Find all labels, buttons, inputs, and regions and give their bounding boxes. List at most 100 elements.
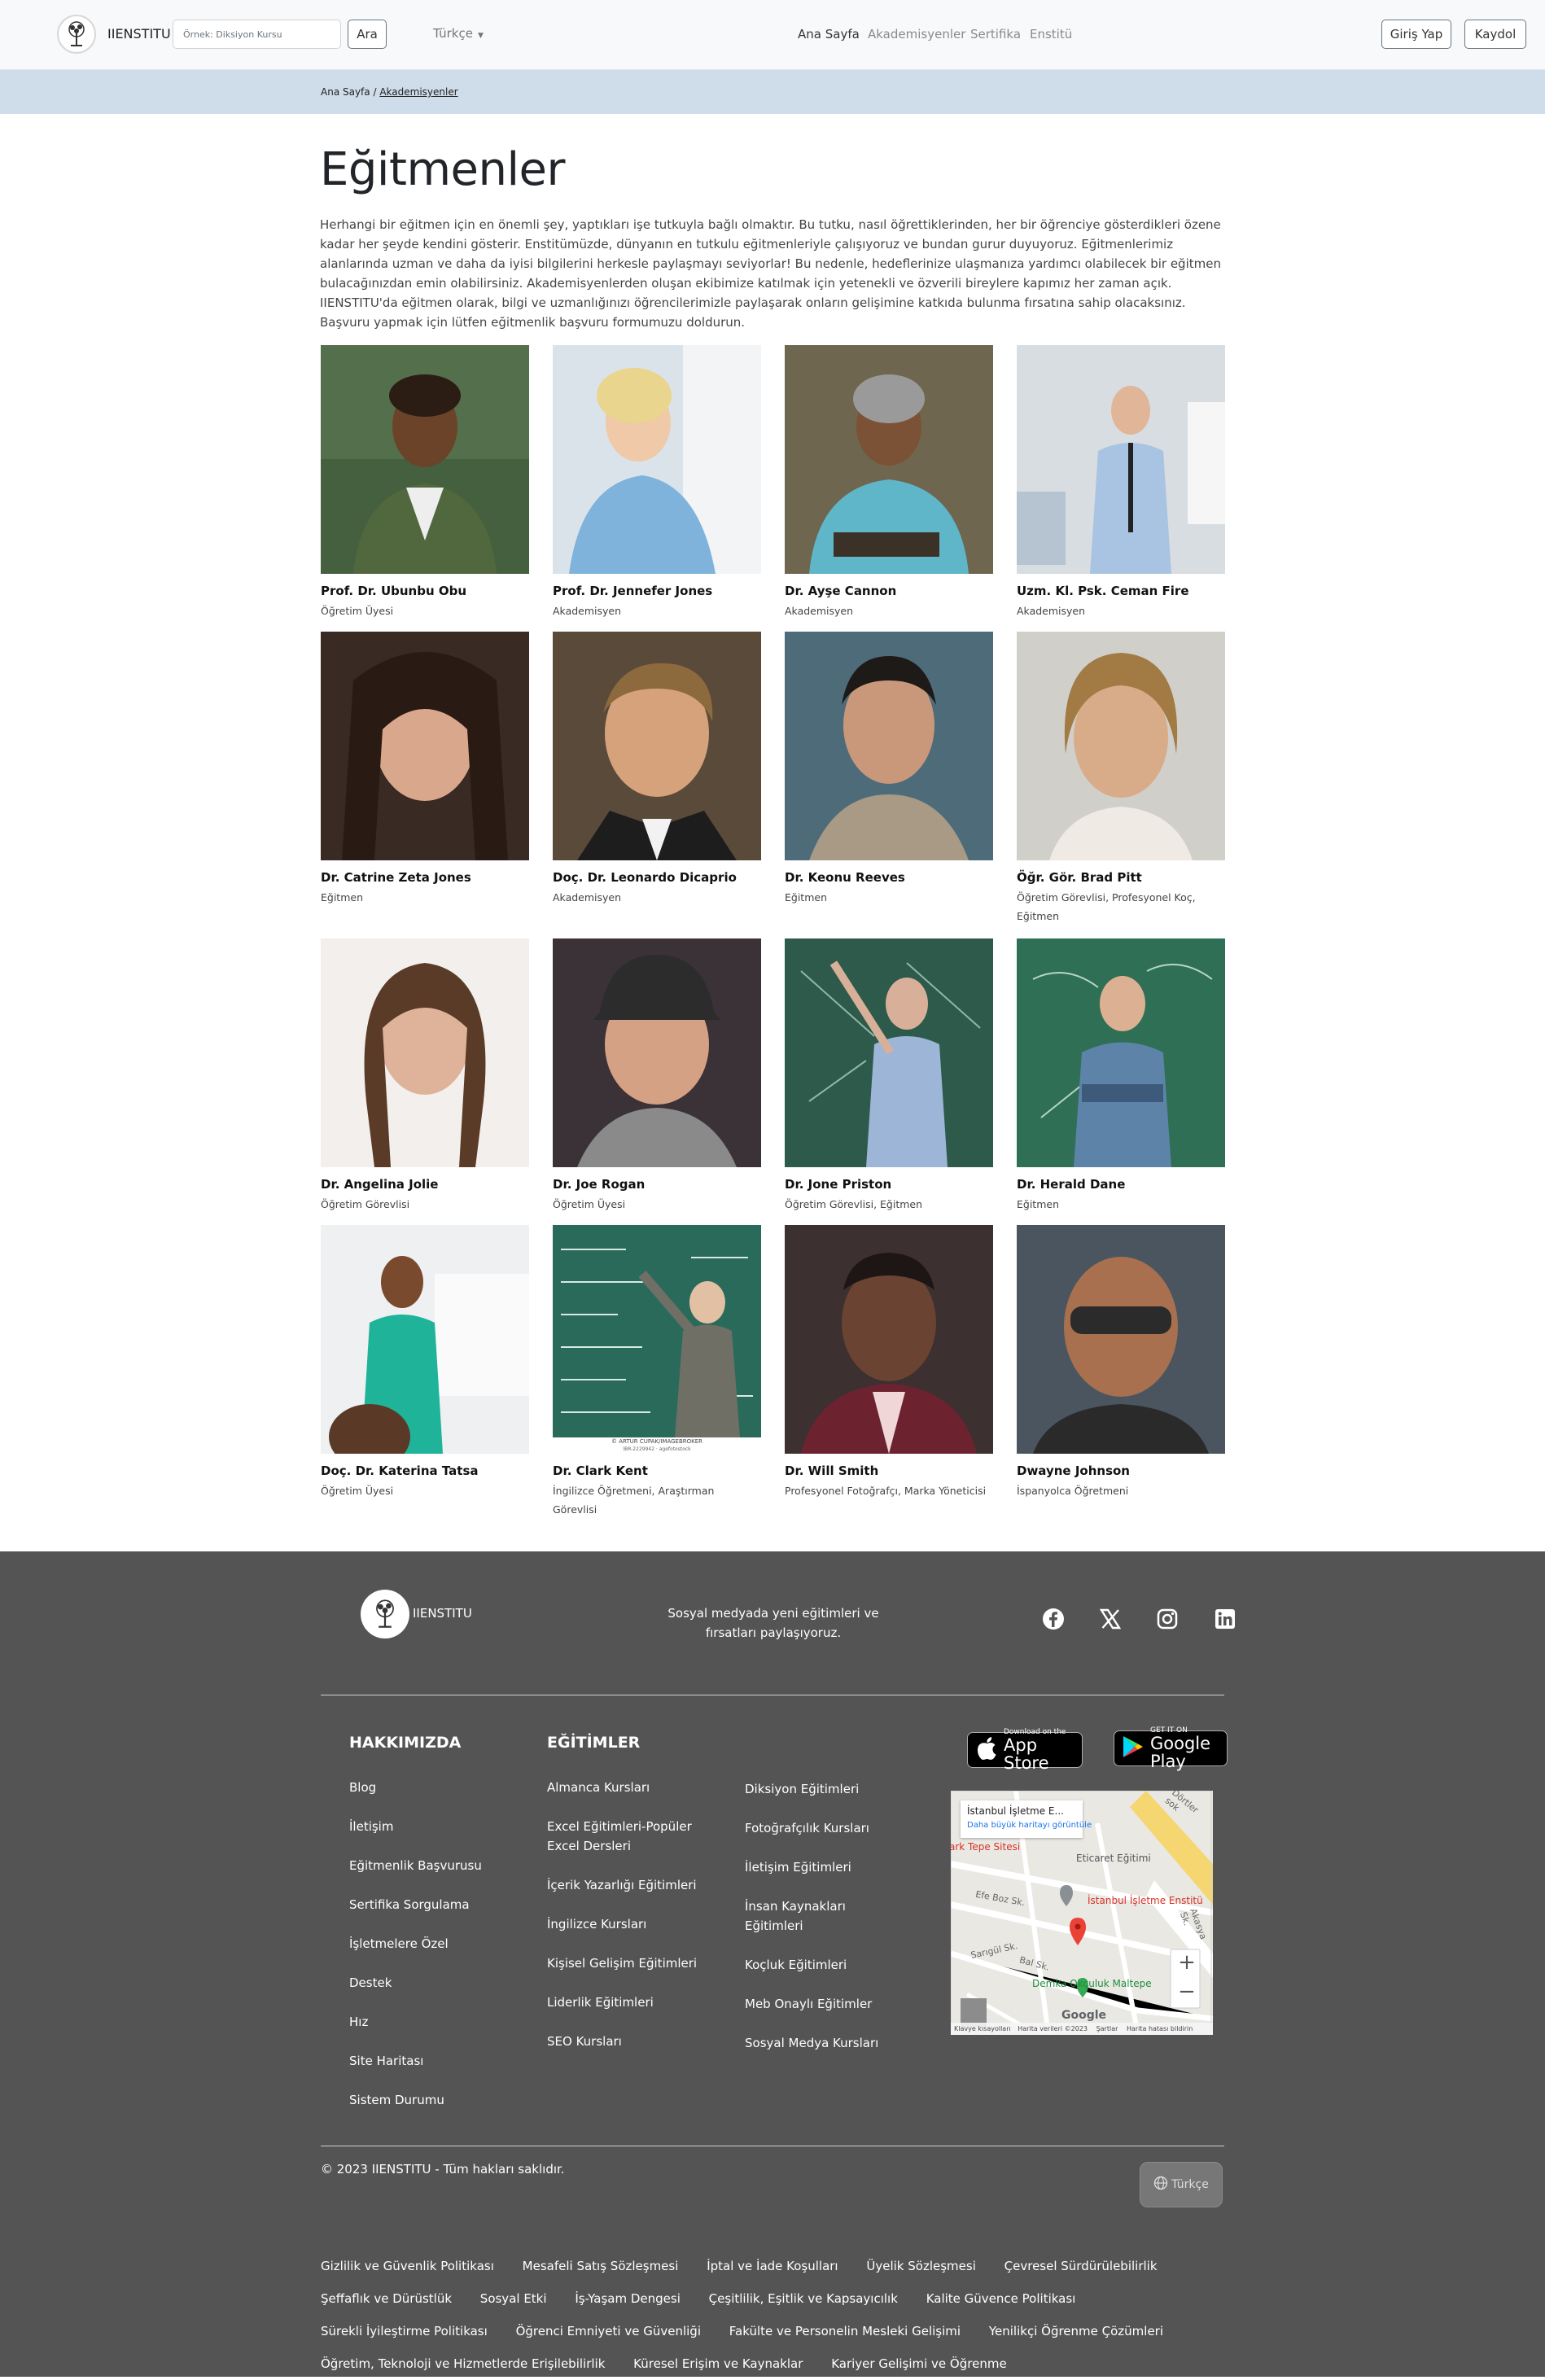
- instructor-name[interactable]: Dr. Herald Dane: [1017, 1177, 1225, 1192]
- register-button[interactable]: Kaydol: [1464, 20, 1526, 49]
- legal-link[interactable]: Öğretim, Teknoloji ve Hizmetlerde Erişil…: [321, 2356, 605, 2371]
- legal-link[interactable]: Küresel Erişim ve Kaynaklar: [633, 2356, 803, 2371]
- map-report-error[interactable]: Harita hatası bildirin: [1127, 2025, 1193, 2032]
- x-icon[interactable]: [1098, 1607, 1123, 1631]
- about-link-certificate-query[interactable]: Sertifika Sorgulama: [349, 1895, 470, 1914]
- legal-link[interactable]: Kariyer Gelişimi ve Öğrenme: [831, 2356, 1006, 2371]
- instructor-name[interactable]: Dr. Keonu Reeves: [785, 870, 993, 885]
- instructor-card[interactable]: Doç. Dr. Katerina Tatsa Öğretim Üyesi: [321, 1225, 529, 1500]
- nav-institute[interactable]: Enstitü: [1030, 27, 1072, 42]
- search-input[interactable]: [173, 20, 341, 49]
- instructor-name[interactable]: Dr. Angelina Jolie: [321, 1177, 529, 1192]
- legal-link[interactable]: Mesafeli Satış Sözleşmesi: [523, 2259, 679, 2273]
- instructor-name[interactable]: Öğr. Gör. Brad Pitt: [1017, 870, 1225, 885]
- legal-link[interactable]: İş-Yaşam Dengesi: [575, 2291, 681, 2306]
- instructor-photo[interactable]: [553, 345, 761, 574]
- legal-link[interactable]: Fakülte ve Personelin Mesleki Gelişimi: [729, 2324, 961, 2338]
- legal-link[interactable]: Sürekli İyileştirme Politikası: [321, 2324, 488, 2338]
- instructor-name[interactable]: Dr. Catrine Zeta Jones: [321, 870, 529, 885]
- legal-link[interactable]: Yenilikçi Öğrenme Çözümleri: [989, 2324, 1163, 2338]
- instructor-name[interactable]: Dr. Ayşe Cannon: [785, 584, 993, 598]
- training-link[interactable]: Liderlik Eğitimleri: [547, 1993, 718, 2012]
- training-link[interactable]: İletişim Eğitimleri: [745, 1857, 908, 1877]
- google-play-badge[interactable]: GET IT ON Google Play: [1114, 1726, 1228, 1770]
- instructor-photo[interactable]: [553, 938, 761, 1167]
- instructor-photo[interactable]: [321, 1225, 529, 1454]
- instructor-photo[interactable]: [1017, 1225, 1225, 1454]
- map-terms[interactable]: Şartlar: [1096, 2025, 1118, 2032]
- instructor-photo[interactable]: © ARTUR CUPAK/IMAGEBROKER IBR-2229942 · a…: [553, 1225, 761, 1454]
- instructor-name[interactable]: Doç. Dr. Leonardo Dicaprio: [553, 870, 761, 885]
- instructor-card[interactable]: Öğr. Gör. Brad Pitt Öğretim Görevlisi, P…: [1017, 632, 1225, 925]
- instructor-name[interactable]: Dwayne Johnson: [1017, 1463, 1225, 1478]
- instructor-card[interactable]: Dr. Herald Dane Eğitmen: [1017, 938, 1225, 1214]
- instructor-card[interactable]: Uzm. Kl. Psk. Ceman Fire Akademisyen: [1017, 345, 1225, 620]
- instructor-photo[interactable]: [1017, 345, 1225, 574]
- instructor-card[interactable]: Prof. Dr. Jennefer Jones Akademisyen: [553, 345, 761, 620]
- instructor-card[interactable]: Dr. Joe Rogan Öğretim Üyesi: [553, 938, 761, 1214]
- nav-academics[interactable]: Akademisyenler: [868, 27, 965, 42]
- legal-link[interactable]: Çevresel Sürdürülebilirlik: [1004, 2259, 1158, 2273]
- map-zoom-out[interactable]: −: [1175, 1980, 1198, 2006]
- instructor-photo[interactable]: [785, 1225, 993, 1454]
- instructor-photo[interactable]: [785, 345, 993, 574]
- instructor-name[interactable]: Prof. Dr. Jennefer Jones: [553, 584, 761, 598]
- instructor-name[interactable]: Doç. Dr. Katerina Tatsa: [321, 1463, 529, 1478]
- legal-link[interactable]: Şeffaflık ve Dürüstlük: [321, 2291, 452, 2306]
- instructor-photo[interactable]: [321, 938, 529, 1167]
- instructor-photo[interactable]: [553, 632, 761, 860]
- training-link[interactable]: Excel Eğitimleri-Popüler Excel Dersleri: [547, 1817, 718, 1856]
- footer-language-button[interactable]: Türkçe: [1140, 2162, 1223, 2207]
- instructor-card[interactable]: Doç. Dr. Leonardo Dicaprio Akademisyen: [553, 632, 761, 907]
- legal-link[interactable]: Kalite Güvence Politikası: [926, 2291, 1076, 2306]
- about-link-business[interactable]: İşletmelere Özel: [349, 1934, 449, 1953]
- instructor-photo[interactable]: [321, 345, 529, 574]
- training-link[interactable]: Diksiyon Eğitimleri: [745, 1779, 908, 1799]
- legal-link[interactable]: İptal ve İade Koşulları: [707, 2259, 838, 2273]
- instructor-photo[interactable]: [1017, 938, 1225, 1167]
- about-link-blog[interactable]: Blog: [349, 1778, 376, 1797]
- training-link[interactable]: Kişisel Gelişim Eğitimleri: [547, 1953, 742, 1973]
- training-link[interactable]: Fotoğrafçılık Kursları: [745, 1818, 908, 1838]
- instructor-card[interactable]: Dr. Ayşe Cannon Akademisyen: [785, 345, 993, 620]
- footer-brand[interactable]: IIENSTITU: [413, 1606, 472, 1621]
- breadcrumb-home[interactable]: Ana Sayfa: [321, 86, 370, 98]
- instructor-photo[interactable]: [1017, 632, 1225, 860]
- instructor-card[interactable]: Dr. Keonu Reeves Eğitmen: [785, 632, 993, 907]
- instructor-name[interactable]: Dr. Joe Rogan: [553, 1177, 761, 1192]
- nav-certificate[interactable]: Sertifika: [970, 27, 1021, 42]
- training-link[interactable]: İngilizce Kursları: [547, 1914, 718, 1934]
- instructor-photo[interactable]: [785, 632, 993, 860]
- legal-link[interactable]: Çeşitlilik, Eşitlik ve Kapsayıcılık: [709, 2291, 898, 2306]
- legal-link[interactable]: Gizlilik ve Güvenlik Politikası: [321, 2259, 494, 2273]
- instructor-card[interactable]: Dr. Jone Priston Öğretim Görevlisi, Eğit…: [785, 938, 993, 1214]
- instructor-card[interactable]: Prof. Dr. Ubunbu Obu Öğretim Üyesi: [321, 345, 529, 620]
- about-link-support[interactable]: Destek: [349, 1973, 392, 1993]
- instructor-photo[interactable]: [785, 938, 993, 1167]
- brand-name[interactable]: IIENSTITU: [107, 26, 171, 42]
- legal-link[interactable]: Sosyal Etki: [480, 2291, 547, 2306]
- training-link[interactable]: Almanca Kursları: [547, 1778, 718, 1797]
- location-map[interactable]: İstanbul İşletme E... Daha büyük haritay…: [951, 1791, 1213, 2035]
- about-link-instructor-application[interactable]: Eğitmenlik Başvurusu: [349, 1856, 482, 1875]
- training-link[interactable]: SEO Kursları: [547, 2032, 718, 2051]
- instructor-card[interactable]: Dr. Will Smith Profesyonel Fotoğrafçı, M…: [785, 1225, 993, 1500]
- training-link[interactable]: Meb Onaylı Eğitimler: [745, 1994, 908, 2014]
- about-link-system-status[interactable]: Sistem Durumu: [349, 2090, 444, 2110]
- about-link-contact[interactable]: İletişim: [349, 1817, 393, 1836]
- breadcrumb-current[interactable]: Akademisyenler: [379, 86, 457, 98]
- legal-link[interactable]: Öğrenci Emniyeti ve Güvenliği: [516, 2324, 701, 2338]
- legal-link[interactable]: Üyelik Sözleşmesi: [866, 2259, 975, 2273]
- logo-tree-icon[interactable]: [57, 15, 96, 54]
- about-link-sitemap[interactable]: Site Haritası: [349, 2051, 423, 2071]
- training-link[interactable]: Koçluk Eğitimleri: [745, 1955, 908, 1975]
- app-store-badge[interactable]: Download on the App Store: [967, 1728, 1083, 1772]
- instagram-icon[interactable]: [1155, 1607, 1180, 1631]
- instructor-photo[interactable]: [321, 632, 529, 860]
- instructor-name[interactable]: Prof. Dr. Ubunbu Obu: [321, 584, 529, 598]
- login-button[interactable]: Giriş Yap: [1381, 20, 1451, 49]
- instructor-card[interactable]: © ARTUR CUPAK/IMAGEBROKER IBR-2229942 · a…: [553, 1225, 761, 1519]
- language-dropdown[interactable]: Türkçe ▼: [433, 26, 484, 41]
- map-larger-link[interactable]: Daha büyük haritayı görüntüle: [967, 1821, 1092, 1830]
- instructor-card[interactable]: Dr. Catrine Zeta Jones Eğitmen: [321, 632, 529, 907]
